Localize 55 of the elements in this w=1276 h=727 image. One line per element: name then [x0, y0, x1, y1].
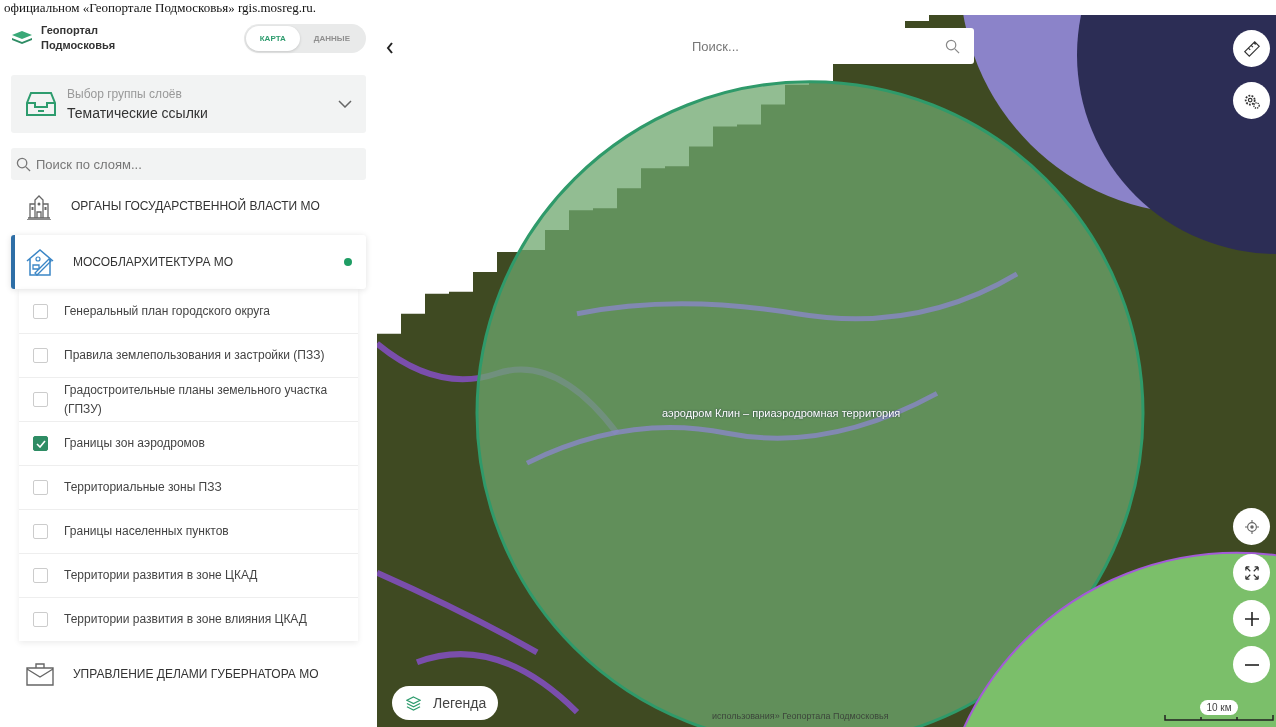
layer-group-title: МОСОБЛАРХИТЕКТУРА МО [73, 255, 235, 269]
briefcase-icon [25, 661, 55, 687]
layer-row[interactable]: Территориальные зоны ПЗЗ [19, 465, 358, 509]
layer-label: Территориальные зоны ПЗЗ [64, 479, 222, 496]
logo-title: Геопортал Подмосковья [41, 23, 116, 53]
layer-checkbox[interactable] [33, 392, 48, 407]
layer-row[interactable]: Правила землепользования и застройки (ПЗЗ) [19, 333, 358, 377]
caption-text: официальном «Геопортале Подмосковья» rgis.mosreg.ru. [3, 0, 318, 15]
layer-group-row[interactable]: ОРГАНЫ ГОСУДАРСТВЕННОЙ ВЛАСТИ МО [11, 183, 366, 229]
fullscreen-icon [1244, 565, 1259, 580]
layer-checkbox[interactable] [33, 304, 48, 319]
layer-label: Генеральный план городского округа [64, 303, 270, 320]
layer-checkbox[interactable] [33, 612, 48, 627]
layer-search-field[interactable]: Поиск по слоям... [11, 148, 366, 180]
layer-label: Территории развития в зоне ЦКАД [64, 567, 258, 584]
layer-checkbox[interactable] [33, 348, 48, 363]
layer-label: Правила землепользования и застройки (ПЗЗ) [64, 347, 325, 364]
chevron-left-icon [385, 42, 394, 54]
layer-row[interactable]: Генеральный план городского округа [19, 289, 358, 333]
layer-checkbox[interactable] [33, 568, 48, 583]
layers-icon [406, 695, 421, 711]
tray-icon [25, 91, 57, 117]
crosshair-icon [1244, 519, 1259, 534]
map-zone-label: аэродром Клин – приаэродромная территория [662, 407, 901, 419]
layer-label: Границы населенных пунктов [64, 523, 229, 540]
layer-row[interactable]: Границы населенных пунктов [19, 509, 358, 553]
layer-group-select[interactable]: Выбор группы слоёв Тематические ссылки [11, 75, 366, 133]
layer-group-row[interactable]: УПРАВЛЕНИЕ ДЕЛАМИ ГУБЕРНАТОРА МО [11, 651, 366, 697]
plus-icon [1244, 611, 1259, 626]
select-value: Тематические ссылки [67, 105, 209, 121]
search-icon [945, 39, 960, 54]
scale-label: 10 км [1200, 700, 1238, 715]
layer-row[interactable]: Градостроительные планы земельного участка (ГПЗУ) [19, 377, 358, 421]
layer-checkbox[interactable] [33, 524, 48, 539]
house-ruler-icon [25, 247, 55, 277]
search-icon [16, 157, 31, 172]
layer-checkbox[interactable] [33, 480, 48, 495]
layers-logo-icon [11, 30, 33, 46]
ruler-icon [1242, 39, 1261, 58]
select-label: Выбор группы слоёв [67, 87, 183, 101]
layer-label: Территории развития в зоне влияния ЦКАД [64, 611, 307, 628]
legend-button[interactable]: Легенда [392, 686, 499, 720]
layer-row[interactable]: Границы зон аэродромов [19, 421, 358, 465]
layer-label: Границы зон аэродромов [64, 435, 205, 452]
layer-label: Градостроительные планы земельного участка (ГПЗУ) [64, 381, 329, 418]
minus-icon [1244, 663, 1259, 666]
layer-group-title: УПРАВЛЕНИЕ ДЕЛАМИ ГУБЕРНАТОРА МО [73, 667, 320, 681]
chevron-down-icon [338, 100, 352, 108]
layer-group-title: ОРГАНЫ ГОСУДАРСТВЕННОЙ ВЛАСТИ МО [71, 199, 321, 213]
layer-row[interactable]: Территории развития в зоне ЦКАД [19, 553, 358, 597]
layer-group-card[interactable]: МОСОБЛАРХИТЕКТУРА МО [11, 235, 366, 289]
map-attribution: использования» Геопортала Подмосковья [712, 711, 889, 721]
mode-tab[interactable]: КАРТА [245, 25, 300, 51]
layer-checkbox[interactable] [33, 436, 48, 451]
layer-row[interactable]: Территории развития в зоне влияния ЦКАД [19, 597, 358, 641]
